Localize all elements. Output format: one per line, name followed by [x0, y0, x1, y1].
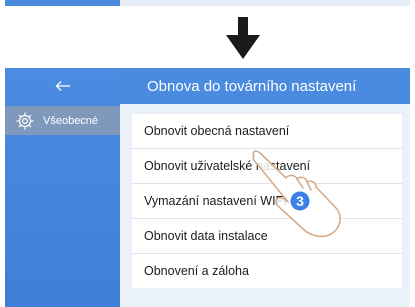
sidebar-item-label: Všeobecné: [43, 114, 99, 127]
option-reset-general-settings[interactable]: Obnovit obecná nastavení: [132, 114, 402, 149]
sidebar: Všeobecné: [5, 68, 120, 307]
gear-icon: [15, 111, 35, 131]
option-restore-and-backup[interactable]: Obnovení a záloha: [132, 254, 402, 288]
arrow-left-icon: [55, 81, 70, 91]
previous-screen-sidebar-edge: [5, 0, 120, 6]
sidebar-item-general[interactable]: Všeobecné: [5, 106, 120, 135]
pointing-hand-icon: 3: [252, 150, 341, 238]
arrow-down-icon: [226, 17, 260, 59]
previous-screen-content-edge: [120, 0, 410, 6]
back-button[interactable]: [5, 68, 120, 104]
page-title: Obnova do továrního nastavení: [120, 68, 410, 104]
previous-screen-edge: [5, 0, 410, 6]
step-number: 3: [296, 193, 304, 209]
